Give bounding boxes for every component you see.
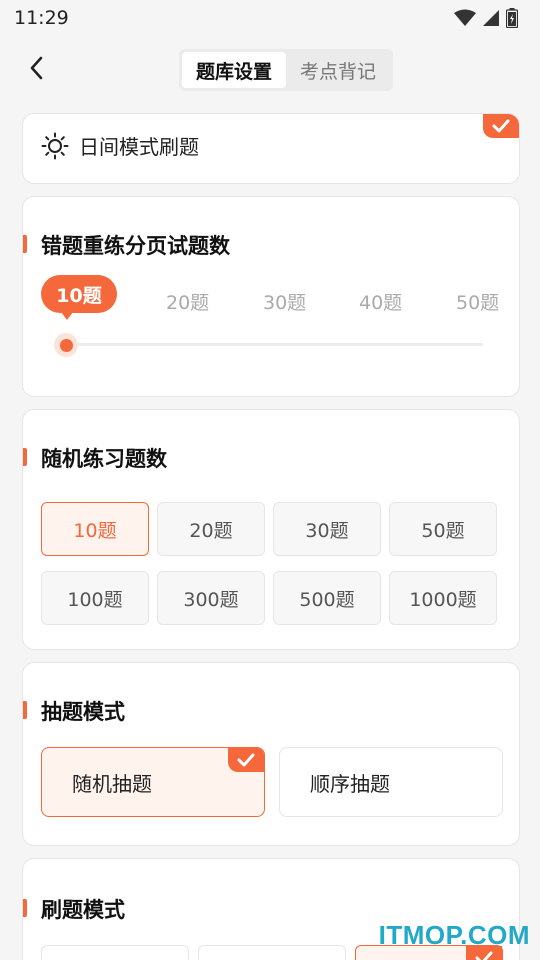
brush-mode-option[interactable] [41,945,189,960]
draw-mode-sequential-label: 顺序抽题 [310,771,390,796]
random-practice-card: 随机练习题数 10题 20题 30题 50题 100题 300题 500题 10… [22,409,520,650]
wifi-icon [454,9,476,26]
draw-mode-card: 抽题模式 随机抽题 顺序抽题 [22,662,520,846]
status-icons [454,8,518,28]
watermark: ITMOP.COM [378,920,530,950]
signal-icon [483,10,499,26]
draw-mode-random-label: 随机抽题 [72,771,152,796]
section-marker [23,701,27,719]
wrong-retry-card: 错题重练分页试题数 10题 20题 30题 40题 50题 [22,196,520,397]
random-count-option[interactable]: 30题 [273,502,381,556]
status-time: 11:29 [14,7,69,29]
random-count-option[interactable]: 10题 [41,502,149,556]
tab-question-bank-settings[interactable]: 题库设置 [182,52,286,88]
draw-mode-check-badge [228,748,264,772]
slider-option-20[interactable]: 20题 [166,288,209,315]
draw-mode-sequential-button[interactable]: 顺序抽题 [279,747,503,817]
tab-key-points-memorize[interactable]: 考点背记 [286,52,390,88]
slider-value-bubble: 10题 [41,275,117,320]
section-marker [23,899,27,917]
tab-switch: 题库设置 考点背记 [179,49,393,91]
draw-mode-random-button[interactable]: 随机抽题 [41,747,265,817]
random-practice-title: 随机练习题数 [41,447,167,471]
random-count-option[interactable]: 1000题 [389,571,497,625]
random-count-option[interactable]: 20题 [157,502,265,556]
check-icon [475,951,493,960]
slider-option-40[interactable]: 40题 [359,288,402,315]
header: 题库设置 考点背记 [0,36,540,102]
check-icon [237,753,255,767]
day-mode-card[interactable]: 日间模式刷题 [22,113,520,184]
chevron-left-icon [30,56,43,80]
wrong-retry-title: 错题重练分页试题数 [41,234,230,258]
brush-mode-title: 刷题模式 [41,898,125,922]
check-icon [492,119,510,133]
draw-mode-title: 抽题模式 [41,700,125,724]
slider-thumb[interactable] [54,333,78,357]
day-mode-check-badge [483,114,519,138]
section-marker [23,448,27,466]
day-mode-row: 日间模式刷题 [41,131,199,160]
battery-icon [506,8,518,28]
random-count-option[interactable]: 50题 [389,502,497,556]
section-marker [23,235,27,253]
sun-icon [41,132,69,159]
random-count-option[interactable]: 300题 [157,571,265,625]
back-button[interactable] [18,50,54,86]
brush-mode-option[interactable] [198,945,346,960]
day-mode-label: 日间模式刷题 [79,135,199,159]
slider-track[interactable] [67,343,483,346]
random-count-option[interactable]: 500题 [273,571,381,625]
slider-option-50[interactable]: 50题 [456,288,499,315]
slider-option-30[interactable]: 30题 [263,288,306,315]
status-bar: 11:29 [0,0,540,36]
random-count-option[interactable]: 100题 [41,571,149,625]
